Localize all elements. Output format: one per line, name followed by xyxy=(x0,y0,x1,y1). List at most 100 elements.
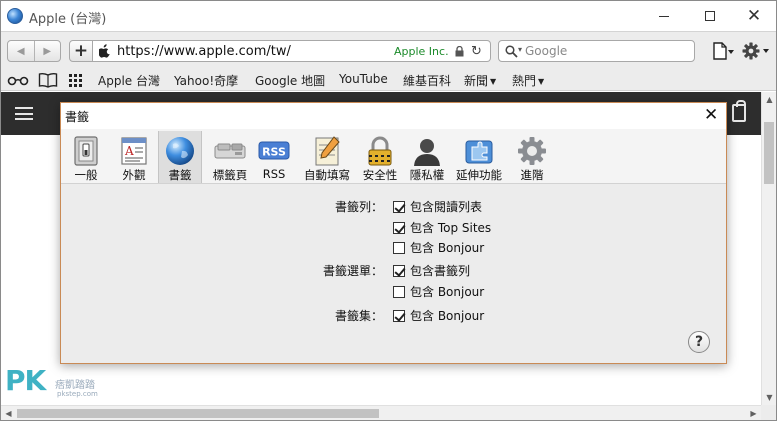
chevron-down-icon: ▼ xyxy=(538,77,545,86)
safari-app-icon xyxy=(7,8,23,24)
tab-label: 標籤頁 xyxy=(212,168,248,182)
reading-list-icon[interactable] xyxy=(7,72,29,88)
minimize-icon xyxy=(659,15,669,17)
tab-label: 進階 xyxy=(520,168,544,182)
window-title: Apple (台灣) xyxy=(29,12,107,27)
tab-label: 安全性 xyxy=(362,168,398,182)
preferences-dialog: 書籤 ✕ 一般 A 外觀 書籤 標籤頁 RSS RSS 自動填寫 安全性 隱私權… xyxy=(60,102,727,364)
secure-lock-icon xyxy=(455,46,464,57)
minimize-button[interactable] xyxy=(641,1,687,31)
collections-include-bonjour-checkbox[interactable]: 包含 Bonjour xyxy=(393,307,484,324)
bookmark-apple[interactable]: Apple 台灣 xyxy=(98,72,160,89)
dialog-close-button[interactable]: ✕ xyxy=(704,105,718,125)
tab-rss[interactable]: RSS RSS xyxy=(256,131,292,183)
bookmark-wikipedia[interactable]: 維基百科 xyxy=(403,72,451,89)
shopping-bag-icon[interactable] xyxy=(732,100,746,122)
page-menu-icon[interactable] xyxy=(711,41,735,61)
forward-button[interactable]: ▶ xyxy=(33,41,61,61)
tab-label: 一般 xyxy=(74,168,98,182)
checkbox-checked[interactable] xyxy=(393,309,405,322)
vertical-scroll-thumb[interactable] xyxy=(764,122,774,184)
tab-label: 外觀 xyxy=(122,168,146,182)
tab-extensions[interactable]: 延伸功能 xyxy=(451,131,507,183)
top-sites-grid-icon[interactable] xyxy=(68,72,84,88)
bookmarks-menu-label: 書籤選單： xyxy=(322,264,383,278)
checkbox-unchecked[interactable] xyxy=(393,241,405,254)
tab-label: 延伸功能 xyxy=(456,168,502,182)
tab-autofill[interactable]: 自動填寫 xyxy=(298,131,356,183)
switch-icon xyxy=(74,136,98,166)
checkbox-checked[interactable] xyxy=(393,200,405,213)
checkbox-unchecked[interactable] xyxy=(393,285,405,298)
bookmark-folder-news[interactable]: 新聞 ▼ xyxy=(464,72,496,89)
back-button[interactable]: ◀ xyxy=(8,41,34,61)
gear-icon xyxy=(518,137,546,165)
history-nav: ◀ ▶ xyxy=(7,40,61,62)
search-input[interactable] xyxy=(525,43,685,59)
maximize-button[interactable] xyxy=(687,1,733,31)
bookmark-youtube[interactable]: YouTube xyxy=(339,72,388,86)
tab-label: RSS xyxy=(262,167,286,181)
tab-privacy[interactable]: 隱私權 xyxy=(405,131,449,183)
appearance-icon: A xyxy=(121,137,147,165)
reload-icon[interactable]: ↻ xyxy=(471,44,482,59)
tab-tabs[interactable]: 標籤頁 xyxy=(206,131,254,183)
bookmarks-bar-label: 書籤列： xyxy=(334,200,383,214)
close-window-button[interactable]: ✕ xyxy=(731,1,777,31)
menu-hamburger-icon[interactable] xyxy=(15,107,33,120)
apple-logo-icon xyxy=(99,44,110,58)
tab-advanced[interactable]: 進階 xyxy=(510,131,554,183)
watermark-brand: PK xyxy=(5,364,46,397)
chevron-down-icon: ▼ xyxy=(490,77,497,86)
vertical-scrollbar[interactable]: ▲ ▼ xyxy=(761,92,776,405)
settings-gear-icon[interactable] xyxy=(741,41,771,61)
include-top-sites-checkbox[interactable]: 包含 Top Sites xyxy=(393,219,491,236)
watermark: PK 痞凱踏踏 pkstep.com xyxy=(5,364,115,402)
bookmark-google-maps[interactable]: Google 地圖 xyxy=(255,72,325,89)
scroll-down-arrow-icon[interactable]: ▼ xyxy=(762,390,777,405)
url-text: https://www.apple.com/tw/ xyxy=(117,44,291,59)
puzzle-icon xyxy=(465,140,493,164)
horizontal-scrollbar[interactable]: ◀ ▶ xyxy=(1,405,761,420)
bookmark-yahoo[interactable]: Yahoo!奇摩 xyxy=(174,72,238,89)
horizontal-scroll-thumb[interactable] xyxy=(17,409,379,418)
browser-window: Apple (台灣) ✕ ◀ ▶ + https://www.apple.com… xyxy=(0,0,777,421)
svg-text:A: A xyxy=(124,144,134,158)
scroll-right-arrow-icon[interactable]: ▶ xyxy=(746,406,761,421)
search-engine-chevron-icon: ▾ xyxy=(518,45,523,54)
lock-icon xyxy=(368,136,392,166)
tab-appearance[interactable]: A 外觀 xyxy=(112,131,156,183)
title-bar: Apple (台灣) ✕ xyxy=(1,1,776,31)
watermark-text: 痞凱踏踏 xyxy=(55,380,95,391)
menu-include-bonjour-checkbox[interactable]: 包含 Bonjour xyxy=(393,283,484,300)
tab-bookmarks[interactable]: 書籤 xyxy=(158,131,202,183)
include-bookmarks-bar-checkbox[interactable]: 包含書籤列 xyxy=(393,262,470,279)
rss-icon: RSS xyxy=(258,141,290,160)
scroll-left-arrow-icon[interactable]: ◀ xyxy=(1,406,16,421)
tab-security[interactable]: 安全性 xyxy=(358,131,402,183)
bookmarks-settings-pane: 書籤列： 包含閱讀列表 包含 Top Sites 包含 Bonjour 書籤選單… xyxy=(61,185,726,363)
collections-label: 書籤集： xyxy=(334,309,383,323)
bar-include-bonjour-checkbox[interactable]: 包含 Bonjour xyxy=(393,239,484,256)
dialog-title: 書籤 xyxy=(65,110,90,124)
tab-label: 自動填寫 xyxy=(304,168,350,182)
globe-icon xyxy=(166,137,194,165)
bookmark-folder-popular[interactable]: 熱門 ▼ xyxy=(512,72,544,89)
search-field[interactable]: ▾ xyxy=(498,40,695,62)
dialog-title-bar: 書籤 ✕ xyxy=(61,103,726,129)
certificate-name: Apple Inc. xyxy=(394,45,449,58)
person-icon xyxy=(414,139,440,166)
tab-general[interactable]: 一般 xyxy=(64,131,108,183)
tabs-icon xyxy=(214,143,246,159)
help-button[interactable]: ? xyxy=(688,331,710,353)
include-reading-list-checkbox[interactable]: 包含閱讀列表 xyxy=(393,198,482,215)
autofill-icon xyxy=(315,136,340,166)
checkbox-checked[interactable] xyxy=(393,264,405,277)
bookmarks-book-icon[interactable] xyxy=(38,72,58,88)
address-bar[interactable]: https://www.apple.com/tw/ Apple Inc. ↻ xyxy=(93,40,491,62)
scroll-up-arrow-icon[interactable]: ▲ xyxy=(762,92,777,107)
browser-toolbar: ◀ ▶ + https://www.apple.com/tw/ Apple In… xyxy=(1,31,776,69)
checkbox-checked[interactable] xyxy=(393,221,405,234)
add-bookmark-button[interactable]: + xyxy=(69,40,93,62)
tab-label: 隱私權 xyxy=(409,168,445,182)
